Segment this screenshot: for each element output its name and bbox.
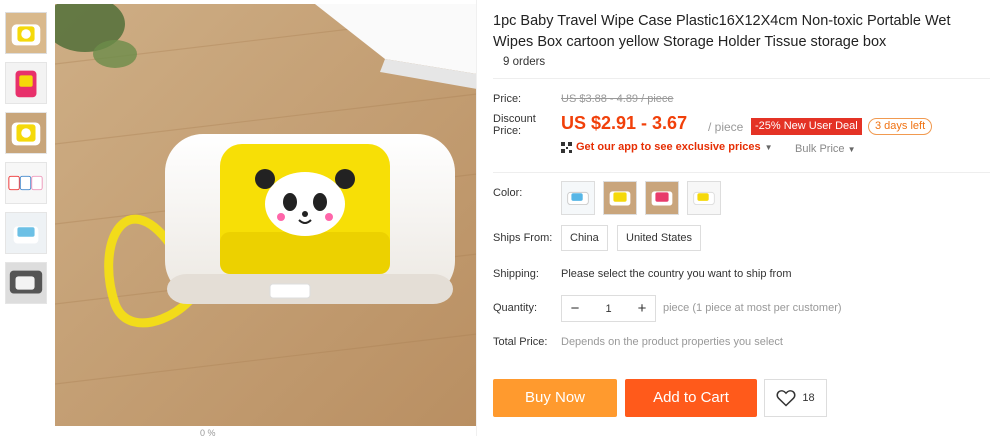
ships-from-china[interactable]: China <box>561 225 608 251</box>
order-count: 9 orders <box>503 56 546 68</box>
thumbnail-6[interactable] <box>5 262 47 304</box>
thumbnail-strip <box>0 0 50 436</box>
product-main-image[interactable] <box>55 4 477 426</box>
quantity-input[interactable] <box>588 296 629 321</box>
original-price: US $3.88 - 4.89 / piece <box>561 93 674 105</box>
add-to-cart-button[interactable]: Add to Cart <box>625 379 757 417</box>
shipping-message: Please select the country you want to sh… <box>561 268 792 280</box>
product-title: 1pc Baby Travel Wipe Case Plastic16X12X4… <box>493 13 951 50</box>
shipping-label: Shipping: <box>493 268 539 280</box>
days-left-badge: 3 days left <box>868 118 933 135</box>
ships-from-united-states[interactable]: United States <box>617 225 702 251</box>
thumbnail-1[interactable] <box>5 12 47 54</box>
price-unit: / piece <box>708 120 744 134</box>
color-swatch-pink[interactable] <box>603 181 637 215</box>
color-swatch-red[interactable] <box>645 181 679 215</box>
total-price-label: Total Price: <box>493 336 548 348</box>
chevron-down-icon: ▼ <box>764 142 773 152</box>
divider <box>476 0 477 436</box>
bulk-price-dropdown[interactable]: Bulk Price ▼ <box>795 143 856 155</box>
ships-from-label: Ships From: <box>493 232 553 244</box>
minus-icon[interactable]: − <box>562 296 588 321</box>
price-label: Price: <box>493 93 522 105</box>
buy-now-button[interactable]: Buy Now <box>493 379 617 417</box>
color-label: Color: <box>493 187 523 199</box>
color-swatch-blue[interactable] <box>561 181 595 215</box>
divider <box>493 172 990 173</box>
quantity-note: piece (1 piece at most per customer) <box>663 302 842 314</box>
heart-icon <box>776 390 796 407</box>
discount-price-label: Discount Price: <box>493 113 536 137</box>
color-swatch-yellow[interactable] <box>687 181 721 215</box>
app-exclusive-link[interactable]: Get our app to see exclusive prices ▼ <box>561 141 773 153</box>
promo-badge: -25% New User Deal <box>751 118 862 135</box>
wishlist-button[interactable]: 18 <box>764 379 827 417</box>
thumbnail-5[interactable] <box>5 212 47 254</box>
thumbnail-2[interactable] <box>5 62 47 104</box>
quantity-stepper: − + <box>561 295 656 322</box>
total-price-note: Depends on the product properties you se… <box>561 336 783 348</box>
thumbnail-3[interactable] <box>5 112 47 154</box>
chevron-down-icon: ▼ <box>847 145 856 154</box>
wishlist-count: 18 <box>802 392 815 404</box>
thumbnail-4[interactable] <box>5 162 47 204</box>
discount-price: US $2.91 - 3.67 <box>561 113 688 133</box>
qr-code-icon <box>561 141 572 153</box>
divider <box>493 78 990 79</box>
quantity-label: Quantity: <box>493 302 538 314</box>
app-link-label: Get our app to see exclusive prices <box>576 141 761 153</box>
bulk-price-label: Bulk Price <box>795 143 845 155</box>
image-caption: 0 % <box>200 428 216 436</box>
plus-icon[interactable]: + <box>629 296 655 321</box>
